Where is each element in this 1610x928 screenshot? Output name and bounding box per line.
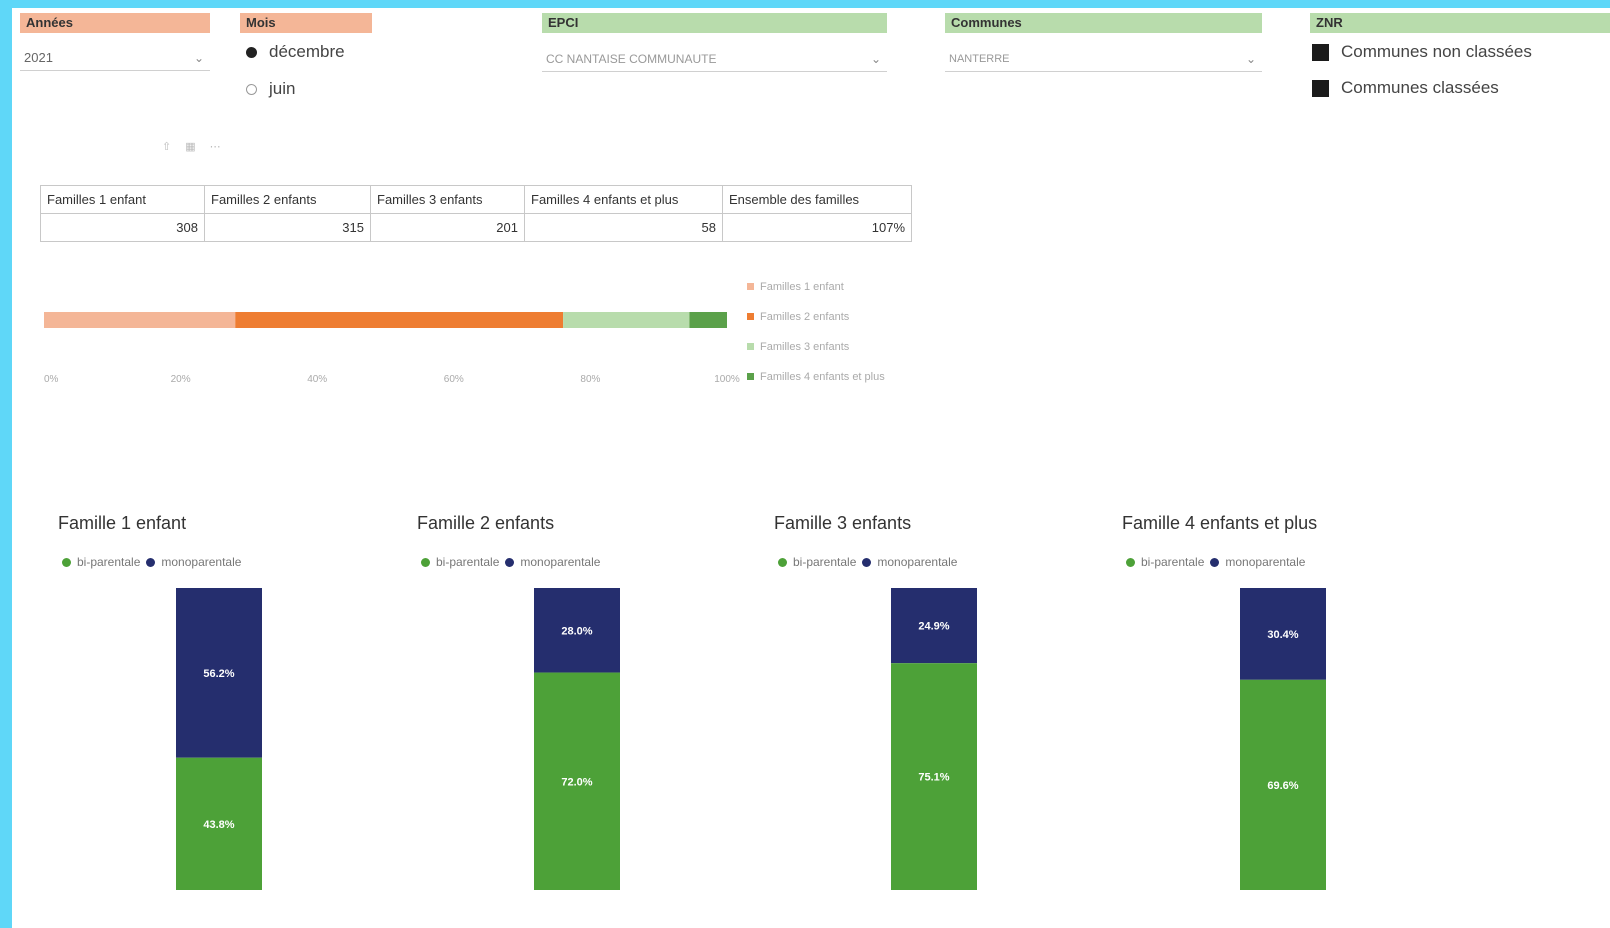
legend-swatch <box>747 373 754 380</box>
bar-segment <box>563 312 690 328</box>
radio-selected-icon[interactable] <box>246 46 257 58</box>
x-tick-label: 80% <box>580 374 600 385</box>
chart-legend: bi-parentale monoparentale <box>1126 555 1305 569</box>
summary-table: Familles 1 enfant Familles 2 enfants Fam… <box>40 185 912 242</box>
legend-dot-biparentale <box>421 557 430 567</box>
data-label-biparentale: 43.8% <box>203 819 234 831</box>
table-header-row: Familles 1 enfant Familles 2 enfants Fam… <box>40 185 912 214</box>
x-tick-label: 40% <box>307 374 327 385</box>
epci-dropdown[interactable]: CC NANTAISE COMMUNAUTE ⌄ <box>542 46 887 72</box>
legend-dot-monoparentale <box>505 557 515 567</box>
chart-title: Famille 2 enfants <box>417 513 555 533</box>
communes-dropdown[interactable]: NANTERRE ⌄ <box>945 46 1262 72</box>
family-distribution-chart: 0% 20% 40% 60% 80% 100% Familles 1 enfant Famil… <box>44 281 885 385</box>
legend-dot-biparentale <box>1126 557 1135 567</box>
legend-label: bi-parentale <box>1141 555 1205 569</box>
chart-legend: bi-parentale monoparentale <box>421 555 600 569</box>
visual-header-icons[interactable]: ⇧▦⋯ <box>162 140 235 153</box>
chart-title: Famille 4 enfants et plus <box>1122 513 1318 533</box>
checkbox-checked-icon[interactable] <box>1312 79 1329 97</box>
chevron-down-icon: ⌄ <box>1245 52 1256 66</box>
table-row: 308 315 201 58 107% <box>40 213 912 242</box>
legend-swatch <box>747 343 754 350</box>
data-label-biparentale: 69.6% <box>1267 780 1298 792</box>
legend-dot-monoparentale <box>1210 557 1220 567</box>
column-chart-2-enfants: 28.0% 72.0% <box>534 588 620 890</box>
x-tick-label: 100% <box>714 374 740 385</box>
slicer-znr-header: ZNR <box>1310 13 1610 33</box>
chart-title: Famille 3 enfants <box>774 513 912 533</box>
data-label-monoparentale: 56.2% <box>203 668 234 680</box>
x-tick-label: 0% <box>44 374 59 385</box>
column-chart-4-enfants-plus: 30.4% 69.6% <box>1240 588 1326 890</box>
legend-label: Familles 3 enfants <box>760 341 850 353</box>
znr-option-label: Communes non classées <box>1341 42 1532 61</box>
legend-label: Familles 1 enfant <box>760 281 844 293</box>
legend-dot-monoparentale <box>862 557 872 567</box>
checkbox-checked-icon[interactable] <box>1312 43 1329 61</box>
legend-label: Familles 2 enfants <box>760 311 850 323</box>
table-header-cell: Familles 2 enfants <box>204 185 371 214</box>
data-label-monoparentale: 24.9% <box>918 621 949 633</box>
report-canvas: Années 2021 ⌄ Mois décembre juin EPCI CC… <box>12 8 1610 928</box>
legend-dot-biparentale <box>62 557 71 567</box>
chevron-down-icon: ⌄ <box>193 51 204 65</box>
table-header-cell: Familles 1 enfant <box>40 185 205 214</box>
slicer-annees-header: Années <box>20 13 210 33</box>
x-tick-label: 60% <box>444 374 464 385</box>
legend-swatch <box>747 313 754 320</box>
column-chart-1-enfant: 56.2% 43.8% <box>176 588 262 890</box>
legend-dot-monoparentale <box>146 557 156 567</box>
bar-segment <box>44 312 236 328</box>
legend-label: bi-parentale <box>436 555 500 569</box>
legend-swatch <box>747 283 754 290</box>
chart-legend: bi-parentale monoparentale <box>62 555 241 569</box>
epci-value: CC NANTAISE COMMUNAUTE <box>546 52 717 66</box>
legend-label: monoparentale <box>1225 555 1306 569</box>
legend-dot-biparentale <box>778 557 787 567</box>
legend-label: monoparentale <box>520 555 601 569</box>
mois-option-label: décembre <box>269 42 345 61</box>
slicer-epci-header: EPCI <box>542 13 887 33</box>
znr-option-label: Communes classées <box>1341 78 1499 97</box>
communes-value: NANTERRE <box>949 53 1010 65</box>
column-chart-3-enfants: 24.9% 75.1% <box>891 588 977 890</box>
bar-segment <box>689 312 727 328</box>
table-header-cell: Familles 3 enfants <box>370 185 525 214</box>
table-cell: 58 <box>524 213 723 242</box>
znr-option-classees[interactable]: Communes classées <box>1312 78 1499 98</box>
legend-label: Familles 4 enfants et plus <box>760 371 885 383</box>
table-cell: 107% <box>722 213 912 242</box>
legend-label: bi-parentale <box>793 555 857 569</box>
legend-label: bi-parentale <box>77 555 141 569</box>
chart-title: Famille 1 enfant <box>58 513 187 533</box>
data-label-biparentale: 72.0% <box>561 776 592 788</box>
table-cell: 201 <box>370 213 525 242</box>
slicer-communes-header: Communes <box>945 13 1262 33</box>
annees-value: 2021 <box>24 50 53 65</box>
chevron-down-icon: ⌄ <box>870 52 881 66</box>
legend-label: monoparentale <box>877 555 958 569</box>
mois-option-juin[interactable]: juin <box>246 79 295 99</box>
mois-option-label: juin <box>269 79 296 98</box>
legend-label: monoparentale <box>161 555 242 569</box>
data-label-biparentale: 75.1% <box>918 772 949 784</box>
znr-option-non-classees[interactable]: Communes non classées <box>1312 42 1532 62</box>
x-tick-label: 20% <box>171 374 191 385</box>
radio-unselected-icon[interactable] <box>246 83 257 95</box>
chart-legend: bi-parentale monoparentale <box>778 555 957 569</box>
table-cell: 308 <box>40 213 205 242</box>
data-label-monoparentale: 30.4% <box>1267 629 1298 641</box>
bar-segment <box>235 312 564 328</box>
data-label-monoparentale: 28.0% <box>561 625 592 637</box>
slicer-mois-header: Mois <box>240 13 372 33</box>
table-header-cell: Familles 4 enfants et plus <box>524 185 723 214</box>
annees-dropdown[interactable]: 2021 ⌄ <box>20 45 210 71</box>
table-cell: 315 <box>204 213 371 242</box>
mois-option-decembre[interactable]: décembre <box>246 42 345 62</box>
table-header-cell: Ensemble des familles <box>722 185 912 214</box>
